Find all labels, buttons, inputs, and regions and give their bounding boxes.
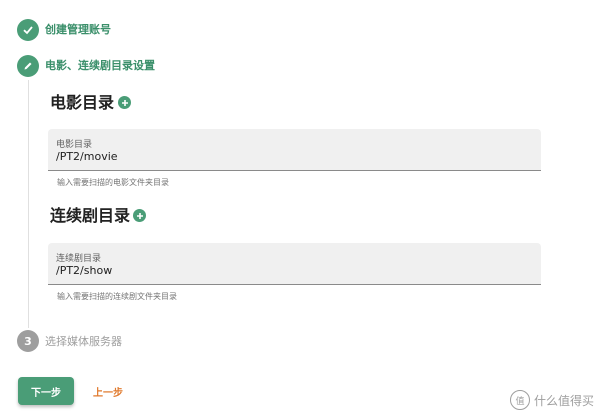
step-2-edit-icon: [17, 55, 39, 77]
step-3-label: 选择媒体服务器: [45, 335, 122, 348]
tv-dir-hint: 输入需要扫描的连续剧文件夹目录: [57, 292, 177, 301]
movie-section-title: 电影目录: [50, 93, 115, 112]
add-tv-dir-icon[interactable]: [133, 209, 146, 222]
previous-button[interactable]: 上一步: [86, 377, 130, 405]
movie-dir-input[interactable]: /PT2/movie: [56, 150, 118, 163]
tv-section-title: 连续剧目录: [50, 206, 131, 225]
next-button[interactable]: 下一步: [18, 377, 74, 405]
add-movie-dir-icon[interactable]: [118, 96, 131, 109]
watermark: 值 什么值得买: [509, 390, 594, 410]
watermark-logo: 值: [509, 390, 530, 410]
tv-dir-field-label: 连续剧目录: [56, 254, 102, 264]
tv-dir-input[interactable]: /PT2/show: [56, 264, 112, 277]
tv-dir-field[interactable]: 连续剧目录 /PT2/show: [48, 243, 541, 285]
step-1-label: 创建管理账号: [45, 23, 111, 36]
step-2-label: 电影、连续剧目录设置: [45, 59, 155, 72]
step-1-check-icon: [17, 19, 39, 41]
movie-dir-hint: 输入需要扫描的电影文件夹目录: [57, 178, 169, 187]
movie-dir-field[interactable]: 电影目录 /PT2/movie: [48, 129, 541, 171]
movie-dir-field-label: 电影目录: [56, 140, 93, 150]
watermark-text: 什么值得买: [533, 393, 594, 408]
step-3-number: 3: [17, 330, 39, 352]
step-connector-line: [28, 80, 29, 328]
